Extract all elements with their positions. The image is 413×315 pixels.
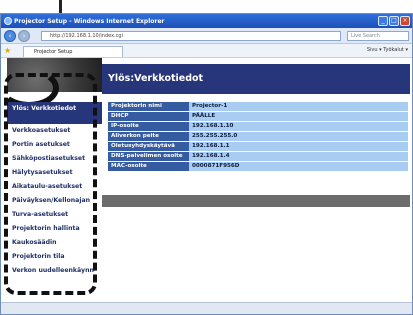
search-input[interactable]: Live Search <box>347 31 409 41</box>
row-label: MAC-osoite <box>108 162 189 171</box>
table-row: Aliverkon peite 255.255.255.0 <box>108 132 408 141</box>
footer-band <box>102 195 410 207</box>
table-row: DHCP PÄÄLLE <box>108 112 408 121</box>
page-content: Ylös: Verkkotiedot Verkkoasetukset Porti… <box>1 58 412 302</box>
row-value: PÄÄLLE <box>189 112 408 121</box>
back-arrow-icon[interactable]: ‹ <box>4 30 16 42</box>
sidebar-item-sahkopostiasetukset[interactable]: Sähköpostiasetukset <box>7 152 102 166</box>
sidebar-item-verkkotiedot[interactable]: Ylös: Verkkotiedot <box>7 102 102 124</box>
command-bar[interactable]: Sivu ▾ Työkalut ▾ <box>367 47 408 53</box>
close-button[interactable]: × <box>400 16 410 26</box>
sidebar-item-aikataulu-asetukset[interactable]: Aikataulu-asetukset <box>7 180 102 194</box>
page-header: Ylös:Verkkotiedot <box>102 64 410 94</box>
network-info-table: Projektorin nimi Projector-1 DHCP PÄÄLLE… <box>108 101 408 172</box>
main-panel: Ylös:Verkkotiedot Projektorin nimi Proje… <box>102 58 410 302</box>
title-bar: Projector Setup - Windows Internet Explo… <box>1 14 412 28</box>
sidebar-item-projektorin-tila[interactable]: Projektorin tila <box>7 250 102 264</box>
browser-window: Projector Setup - Windows Internet Explo… <box>0 13 413 315</box>
status-bar <box>1 302 412 314</box>
table-row: Oletusyhdyskäytävä 192.168.1.1 <box>108 142 408 151</box>
sidebar-menu: Ylös: Verkkotiedot Verkkoasetukset Porti… <box>7 102 102 278</box>
table-row: MAC-osoite 0000871F956D <box>108 162 408 171</box>
table-row: IP-osoite 192.168.1.10 <box>108 122 408 131</box>
table-row: DNS-palvelimen osoite 192.168.1.4 <box>108 152 408 161</box>
sidebar-item-portin-asetukset[interactable]: Portin asetukset <box>7 138 102 152</box>
window-controls: _ □ × <box>378 16 410 26</box>
sidebar-item-kaukosaadin[interactable]: Kaukosäädin <box>7 236 102 250</box>
maximize-button[interactable]: □ <box>389 16 399 26</box>
minimize-button[interactable]: _ <box>378 16 388 26</box>
address-bar: ‹ › http://192.168.1.10/index.cgi Live S… <box>1 28 412 44</box>
row-label: Oletusyhdyskäytävä <box>108 142 189 151</box>
row-value: Projector-1 <box>189 102 408 111</box>
sidebar: Ylös: Verkkotiedot Verkkoasetukset Porti… <box>1 58 102 302</box>
row-label: Aliverkon peite <box>108 132 189 141</box>
row-value: 0000871F956D <box>189 162 408 171</box>
row-label: IP-osoite <box>108 122 189 131</box>
url-field[interactable]: http://192.168.1.10/index.cgi <box>41 31 341 41</box>
row-value: 255.255.255.0 <box>189 132 408 141</box>
internet-explorer-icon <box>4 17 12 25</box>
sidebar-item-verkon-uudelleenkaynnistys[interactable]: Verkon uudelleenkäynn <box>7 264 102 278</box>
row-label: DNS-palvelimen osoite <box>108 152 189 161</box>
brand-logo <box>1 58 102 108</box>
window-title: Projector Setup - Windows Internet Explo… <box>14 17 165 25</box>
row-value: 192.168.1.1 <box>189 142 408 151</box>
favorites-star-icon[interactable]: ★ <box>4 47 12 55</box>
row-value: 192.168.1.4 <box>189 152 408 161</box>
forward-arrow-icon[interactable]: › <box>18 30 30 42</box>
page-title: Ylös:Verkkotiedot <box>108 73 204 84</box>
row-label: Projektorin nimi <box>108 102 189 111</box>
tab-bar: ★ Projector Setup Sivu ▾ Työkalut ▾ <box>1 44 412 58</box>
sidebar-item-turva-asetukset[interactable]: Turva-asetukset <box>7 208 102 222</box>
row-value: 192.168.1.10 <box>189 122 408 131</box>
sidebar-item-paivays-kellonaika[interactable]: Päiväyksen/Kellonajan <box>7 194 102 208</box>
row-label: DHCP <box>108 112 189 121</box>
sidebar-item-verkkoasetukset[interactable]: Verkkoasetukset <box>7 124 102 138</box>
sidebar-item-projektorin-hallinta[interactable]: Projektorin hallinta <box>7 222 102 236</box>
tab-projector-setup[interactable]: Projector Setup <box>23 46 123 57</box>
table-row: Projektorin nimi Projector-1 <box>108 102 408 111</box>
sidebar-item-halytysasetukset[interactable]: Hälytysasetukset <box>7 166 102 180</box>
